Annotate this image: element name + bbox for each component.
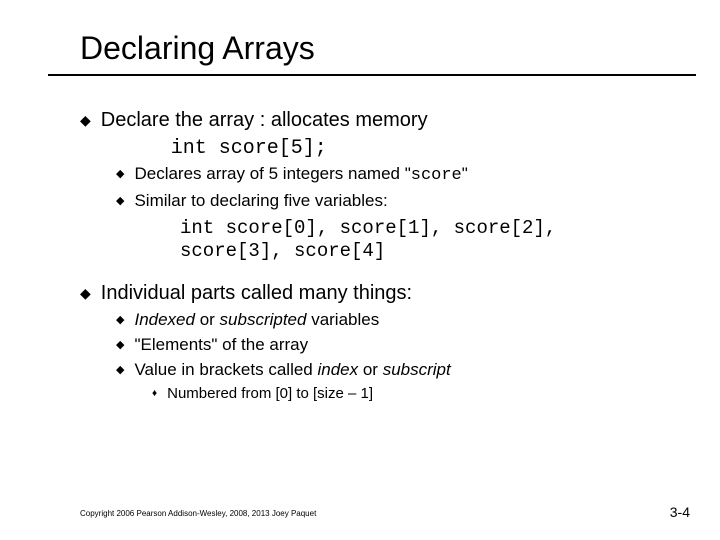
text: Individual parts called many things: xyxy=(101,280,412,307)
italic-text: index xyxy=(317,360,358,379)
text: "Elements" of the array xyxy=(134,334,308,357)
bullet-icon: ◆ xyxy=(116,190,124,213)
text: Declare the array : allocates memory xyxy=(101,109,428,131)
italic-text: Indexed xyxy=(134,310,195,329)
bullet-icon: ◆ xyxy=(80,280,91,307)
bullet-icon: ◆ xyxy=(116,163,124,188)
italic-text: subscripted xyxy=(220,310,307,329)
bullet-level2: ◆ Declares array of 5 integers named "sc… xyxy=(116,163,720,188)
bullet-icon: ◆ xyxy=(116,359,124,382)
bullet-icon: ◆ xyxy=(116,309,124,332)
bullet-icon: ◆ xyxy=(80,107,91,161)
text: or xyxy=(195,310,220,329)
bullet-level1: ◆ Individual parts called many things: xyxy=(80,280,720,307)
code-line: int score[0], score[1], score[2], xyxy=(180,217,720,240)
slide-content: ◆ Declare the array : allocates memory i… xyxy=(80,107,720,405)
text: " xyxy=(462,164,468,183)
text: or xyxy=(358,360,383,379)
bullet-icon: ◆ xyxy=(116,334,124,357)
bullet-level2: ◆ Indexed or subscripted variables xyxy=(116,309,720,332)
page-number: 3-4 xyxy=(670,504,690,520)
code-line: score[3], score[4] xyxy=(180,240,720,263)
text: Declares array of 5 integers named " xyxy=(134,164,410,183)
code-block: int score[0], score[1], score[2], score[… xyxy=(180,217,720,263)
text: variables xyxy=(306,310,379,329)
bullet-icon: ♦ xyxy=(152,384,157,404)
title-underline xyxy=(48,74,696,76)
text: Similar to declaring five variables: xyxy=(134,190,387,213)
copyright-footer: Copyright 2006 Pearson Addison-Wesley, 2… xyxy=(80,509,316,518)
bullet-level3: ♦ Numbered from [0] to [size – 1] xyxy=(152,384,720,404)
bullet-level2: ◆ Value in brackets called index or subs… xyxy=(116,359,720,382)
text: Numbered from [0] to [size – 1] xyxy=(167,384,373,404)
inline-code: score xyxy=(411,166,462,185)
bullet-level2: ◆ "Elements" of the array xyxy=(116,334,720,357)
italic-text: subscript xyxy=(383,360,451,379)
slide-title: Declaring Arrays xyxy=(80,30,720,67)
text: Value in brackets called xyxy=(134,360,317,379)
code-line: int score[5]; xyxy=(171,137,327,160)
bullet-level2: ◆ Similar to declaring five variables: xyxy=(116,190,720,213)
bullet-level1: ◆ Declare the array : allocates memory i… xyxy=(80,107,720,161)
